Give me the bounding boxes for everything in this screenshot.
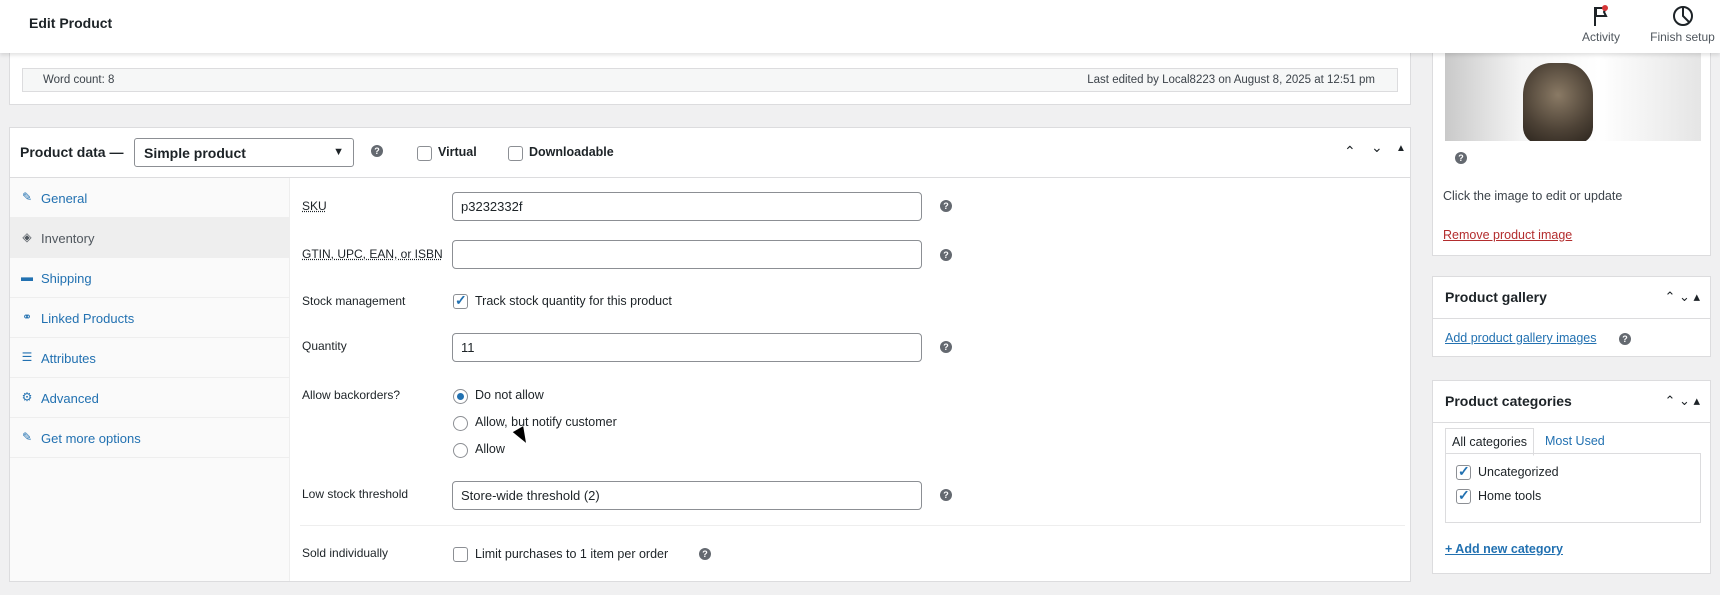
product-data-panel: Product data — Simple product ▼ ? Virtua…: [9, 127, 1411, 582]
help-icon[interactable]: ?: [1619, 333, 1631, 345]
backorder-radio-notify[interactable]: [453, 416, 468, 431]
help-icon[interactable]: ?: [940, 249, 952, 261]
backorder-radio-do-not-allow[interactable]: [453, 389, 468, 404]
product-categories-box: Product categories ⌃ ⌄ ▴ All categories …: [1432, 380, 1711, 574]
word-count: Word count: 8: [43, 74, 115, 86]
progress-circle-icon: [1672, 6, 1693, 26]
editor-status-bar: Word count: 8 Last edited by Local8223 o…: [22, 68, 1398, 92]
sold-individually-checkbox[interactable]: [453, 547, 468, 562]
backorders-label: Allow backorders?: [302, 388, 401, 402]
tab-shipping[interactable]: ▬ Shipping: [10, 258, 290, 298]
tab-label: Shipping: [41, 271, 92, 286]
category-label[interactable]: Home tools: [1478, 489, 1541, 503]
move-up-icon[interactable]: ⌃: [1344, 143, 1356, 160]
low-stock-input[interactable]: Store-wide threshold (2): [452, 481, 922, 510]
backorder-option-label[interactable]: Allow: [475, 442, 505, 456]
category-checkbox[interactable]: [1456, 487, 1471, 504]
gallery-title: Product gallery: [1445, 289, 1547, 305]
virtual-label[interactable]: Virtual: [438, 145, 477, 159]
box-controls[interactable]: ⌃ ⌄ ▴: [1664, 393, 1700, 409]
add-gallery-images-link[interactable]: Add product gallery images: [1445, 331, 1596, 345]
description-editor: Word count: 8 Last edited by Local8223 o…: [9, 48, 1411, 105]
tab-attributes[interactable]: ☰ Attributes: [10, 338, 290, 378]
tab-label: Inventory: [41, 231, 95, 246]
tab-all-categories[interactable]: All categories: [1445, 428, 1535, 456]
remove-product-image-link[interactable]: Remove product image: [1443, 228, 1572, 242]
tab-label: General: [41, 191, 88, 206]
product-photo: [1523, 63, 1593, 141]
backorder-option-label[interactable]: Allow, but notify customer: [475, 415, 617, 429]
virtual-checkbox[interactable]: [417, 146, 432, 161]
link-icon: ⚭: [21, 310, 33, 324]
sold-individually-label: Sold individually: [302, 546, 389, 560]
truck-icon: ▬: [21, 270, 33, 284]
track-stock-checkbox[interactable]: [453, 292, 468, 309]
gtin-input[interactable]: [452, 240, 922, 269]
image-caption: Click the image to edit or update: [1443, 189, 1623, 203]
add-new-category-link[interactable]: + Add new category: [1445, 542, 1563, 556]
tab-linked-products[interactable]: ⚭ Linked Products: [10, 298, 290, 338]
product-gallery-box: Product gallery ⌃ ⌄ ▴ Add product galler…: [1432, 276, 1711, 357]
backorder-radio-allow[interactable]: [453, 443, 468, 458]
sku-label: SKU: [302, 199, 327, 213]
divider: [300, 525, 1405, 526]
tab-general[interactable]: ✎ General: [10, 178, 290, 218]
tab-label: Linked Products: [41, 311, 135, 326]
page-title: Edit Product: [29, 15, 113, 31]
list-icon: ☰: [21, 350, 33, 364]
downloadable-label[interactable]: Downloadable: [529, 145, 614, 159]
help-icon[interactable]: ?: [940, 200, 952, 212]
activity-label: Activity: [1581, 30, 1620, 44]
low-stock-label: Low stock threshold: [302, 487, 409, 501]
tab-most-used[interactable]: Most Used: [1539, 428, 1611, 454]
category-checkbox[interactable]: [1456, 463, 1471, 480]
backorder-option-label[interactable]: Do not allow: [475, 388, 544, 402]
help-icon[interactable]: ?: [940, 489, 952, 501]
downloadable-checkbox[interactable]: [508, 146, 523, 161]
tab-label: Get more options: [41, 431, 141, 446]
wrench-icon: ✎: [21, 190, 33, 204]
categories-title: Product categories: [1445, 393, 1572, 409]
top-bar: Edit Product Activity Finish setup: [0, 0, 1720, 53]
help-icon[interactable]: ?: [371, 145, 383, 157]
tab-inventory[interactable]: ◈ Inventory: [10, 218, 290, 258]
gear-icon: ⚙: [21, 390, 33, 404]
chevron-down-icon: ▼: [333, 146, 344, 158]
category-list: Uncategorized Home tools: [1445, 453, 1701, 523]
product-type-select[interactable]: Simple product ▼: [134, 138, 354, 167]
activity-button[interactable]: Activity: [1573, 4, 1629, 44]
category-label[interactable]: Uncategorized: [1478, 465, 1559, 479]
product-image[interactable]: [1445, 48, 1701, 141]
help-icon[interactable]: ?: [699, 548, 711, 560]
product-data-label: Product data —: [20, 144, 124, 160]
quantity-input[interactable]: 11: [452, 333, 922, 362]
tab-label: Attributes: [41, 351, 96, 366]
divider: [1433, 318, 1710, 319]
help-icon[interactable]: ?: [940, 341, 952, 353]
help-icon[interactable]: ?: [1455, 152, 1467, 164]
flag-icon: [1594, 5, 1608, 26]
finish-setup-button[interactable]: Finish setup: [1645, 4, 1720, 44]
move-down-icon[interactable]: ⌄: [1371, 139, 1383, 156]
track-stock-text[interactable]: Track stock quantity for this product: [475, 294, 672, 308]
sold-individually-text[interactable]: Limit purchases to 1 item per order: [475, 547, 668, 561]
stock-management-label: Stock management: [302, 294, 406, 308]
product-type-value: Simple product: [144, 145, 246, 161]
gtin-label: GTIN, UPC, EAN, or ISBN: [302, 247, 443, 261]
product-image-box: ? Click the image to edit or update Remo…: [1432, 48, 1711, 256]
tag-icon: ◈: [22, 230, 32, 244]
collapse-icon[interactable]: ▲: [1396, 143, 1406, 154]
plugin-icon: ✎: [21, 430, 33, 444]
finish-setup-label: Finish setup: [1650, 30, 1715, 44]
tab-advanced[interactable]: ⚙ Advanced: [10, 378, 290, 418]
tab-get-more-options[interactable]: ✎ Get more options: [10, 418, 290, 458]
box-controls[interactable]: ⌃ ⌄ ▴: [1664, 289, 1700, 305]
sku-input[interactable]: p3232332f: [452, 192, 922, 221]
quantity-label: Quantity: [302, 339, 347, 353]
last-edited: Last edited by Local8223 on August 8, 20…: [1087, 74, 1375, 86]
divider: [1433, 422, 1710, 423]
product-data-tabs: ✎ General ◈ Inventory ▬ Shipping ⚭ Linke…: [10, 178, 290, 581]
product-data-header: Product data — Simple product ▼ ? Virtua…: [10, 128, 1410, 178]
tab-label: Advanced: [41, 391, 99, 406]
